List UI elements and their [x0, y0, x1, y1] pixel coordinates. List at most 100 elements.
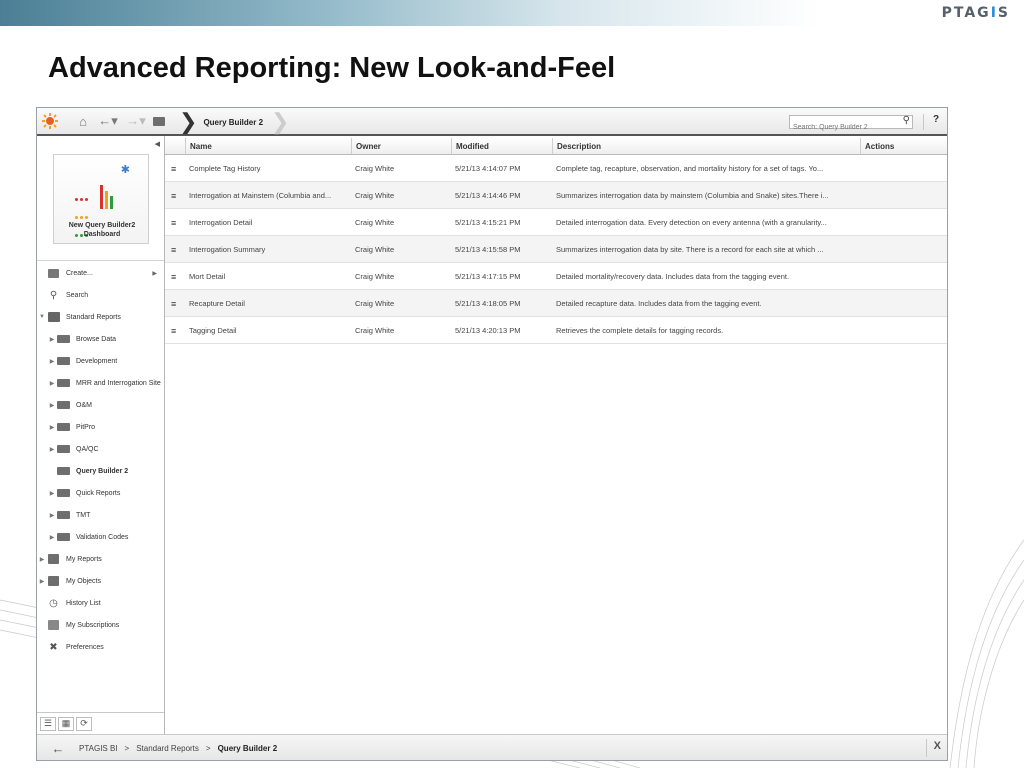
table-row[interactable]: ≡ Mort Detail Craig White 5/21/13 4:17:1… — [165, 263, 947, 290]
table-row[interactable]: ≡ Complete Tag History Craig White 5/21/… — [165, 155, 947, 182]
folder-icon — [57, 488, 70, 498]
row-name[interactable]: Complete Tag History — [185, 155, 351, 181]
list-view-icon[interactable]: ☰ — [40, 716, 56, 731]
expand-arrow-icon[interactable]: ▶ — [37, 578, 47, 585]
sidebar-item-mrr-interrogation[interactable]: ▶ MRR and Interrogation Site — [37, 374, 165, 392]
divider — [37, 260, 164, 261]
table-row[interactable]: ≡ Interrogation at Mainstem (Columbia an… — [165, 182, 947, 209]
sidebar-item-om[interactable]: ▶ O&M — [37, 396, 175, 414]
table-row[interactable]: ≡ Interrogation Detail Craig White 5/21/… — [165, 209, 947, 236]
folder-up-icon[interactable] — [151, 112, 167, 130]
sidebar-item-tmt[interactable]: ▶ TMT — [37, 506, 175, 524]
dashboard-caption: New Query Builder2 Dashboard — [68, 222, 136, 238]
table-row[interactable]: ≡ Recapture Detail Craig White 5/21/13 4… — [165, 290, 947, 317]
breadcrumb-separator: > — [124, 743, 130, 753]
chevron-right-icon: ❯ — [179, 109, 198, 134]
expanded-arrow-icon[interactable]: ▼ — [37, 314, 47, 320]
sidebar: ◀ ✱ New Query Builder2 Dashboard Create.… — [37, 136, 165, 734]
sidebar-item-create[interactable]: Create... ▶ — [37, 264, 165, 282]
sidebar-item-my-subscriptions[interactable]: My Subscriptions — [37, 616, 165, 634]
column-header-description[interactable]: Description — [552, 138, 860, 154]
dashboard-tile[interactable]: ✱ New Query Builder2 Dashboard — [53, 154, 149, 244]
expand-arrow-icon[interactable]: ▶ — [47, 446, 57, 453]
search-icon: ⚲ — [49, 289, 58, 301]
row-modified: 5/21/13 4:20:13 PM — [455, 325, 521, 335]
sidebar-item-development[interactable]: ▶ Development — [37, 352, 175, 370]
column-header-actions[interactable]: Actions — [860, 138, 947, 154]
row-name[interactable]: Interrogation Summary — [185, 236, 351, 262]
back-arrow-icon[interactable]: ← — [43, 741, 73, 756]
ptagis-logo: PTAGIS — [941, 5, 1010, 21]
sidebar-item-my-reports[interactable]: ▶ My Reports — [37, 550, 165, 568]
expand-arrow-icon[interactable]: ▶ — [47, 402, 57, 409]
report-icon: ≡ — [171, 164, 177, 174]
grid-view-icon[interactable]: ▦ — [58, 716, 74, 731]
table-row[interactable]: ≡ Interrogation Summary Craig White 5/21… — [165, 236, 947, 263]
sidebar-item-qaqc[interactable]: ▶ QA/QC — [37, 440, 175, 458]
expand-arrow-icon[interactable]: ▶ — [47, 424, 57, 431]
expand-arrow-icon[interactable]: ▶ — [47, 380, 57, 387]
app-window: ⌂ ←▾ →▾ ❯ Query Builder 2 ❯ ⚲ ? ◀ ✱ — [36, 107, 948, 761]
row-description: Summarizes interrogation data by mainste… — [556, 190, 829, 200]
report-icon: ≡ — [171, 299, 177, 309]
sidebar-item-standard-reports[interactable]: ▼ Standard Reports — [37, 308, 165, 326]
clock-icon: ◷ — [49, 597, 58, 609]
sidebar-item-pitpro[interactable]: ▶ PitPro — [37, 418, 175, 436]
row-name[interactable]: Mort Detail — [185, 263, 351, 289]
tab-label: Query Builder 2 — [203, 117, 264, 127]
sidebar-item-history-list[interactable]: ◷ History List — [37, 594, 165, 612]
row-description: Detailed mortality/recovery data. Includ… — [556, 271, 790, 281]
sidebar-item-query-builder-2[interactable]: Query Builder 2 — [37, 462, 175, 480]
sidebar-item-my-objects[interactable]: ▶ My Objects — [37, 572, 165, 590]
row-modified: 5/21/13 4:15:21 PM — [455, 217, 521, 227]
breadcrumb-separator: > — [205, 743, 211, 753]
row-name[interactable]: Tagging Detail — [185, 317, 351, 343]
report-list: Name Owner Modified Description Actions … — [165, 136, 947, 734]
app-logo-icon[interactable] — [41, 112, 59, 130]
column-header-modified[interactable]: Modified — [451, 138, 552, 154]
expand-arrow-icon[interactable]: ▶ — [47, 534, 57, 541]
folder-icon — [57, 378, 70, 388]
tab-query-builder-2[interactable]: ❯ Query Builder 2 ❯ — [179, 108, 289, 136]
expand-arrow-icon[interactable]: ▶ — [47, 358, 57, 365]
sidebar-item-quick-reports[interactable]: ▶ Quick Reports — [37, 484, 175, 502]
close-button[interactable]: X — [934, 740, 941, 752]
table-row[interactable]: ≡ Tagging Detail Craig White 5/21/13 4:2… — [165, 317, 947, 344]
my-reports-icon — [47, 554, 60, 564]
column-header-owner[interactable]: Owner — [351, 138, 451, 154]
sidebar-item-preferences[interactable]: ✖ Preferences — [37, 638, 165, 656]
row-description: Summarizes interrogation data by site. T… — [556, 244, 824, 254]
expand-arrow-icon[interactable]: ▶ — [37, 556, 47, 563]
folder-icon — [57, 334, 70, 344]
breadcrumb-item-standard-reports[interactable]: Standard Reports — [136, 744, 199, 753]
expand-arrow-icon[interactable]: ▶ — [47, 336, 57, 343]
report-icon: ≡ — [171, 245, 177, 255]
back-arrow-icon[interactable]: ←▾ — [97, 112, 119, 130]
sidebar-item-browse-data[interactable]: ▶ Browse Data — [37, 330, 175, 348]
search-input[interactable] — [790, 121, 896, 134]
row-name[interactable]: Recapture Detail — [185, 290, 351, 316]
reports-icon — [47, 312, 60, 322]
row-description: Detailed interrogation data. Every detec… — [556, 217, 827, 227]
row-modified: 5/21/13 4:14:07 PM — [455, 163, 521, 173]
refresh-icon[interactable]: ⟳ — [76, 716, 92, 731]
breadcrumb-item-ptagis-bi[interactable]: PTAGIS BI — [79, 744, 118, 753]
report-icon: ≡ — [171, 326, 177, 336]
view-switcher: ☰ ▦ ⟳ — [37, 712, 164, 734]
sidebar-item-validation-codes[interactable]: ▶ Validation Codes — [37, 528, 175, 546]
column-header-name[interactable]: Name — [185, 138, 351, 154]
search-icon[interactable]: ⚲ — [903, 115, 910, 126]
forward-arrow-icon[interactable]: →▾ — [125, 112, 147, 130]
home-icon[interactable]: ⌂ — [75, 112, 91, 130]
row-name[interactable]: Interrogation Detail — [185, 209, 351, 235]
search-box[interactable]: ⚲ — [789, 115, 913, 134]
collapse-sidebar-icon[interactable]: ◀ — [155, 140, 160, 148]
report-icon: ≡ — [171, 191, 177, 201]
report-icon: ≡ — [171, 272, 177, 282]
expand-arrow-icon[interactable]: ▶ — [47, 512, 57, 519]
row-description: Complete tag, recapture, observation, an… — [556, 163, 824, 173]
expand-arrow-icon[interactable]: ▶ — [47, 490, 57, 497]
sidebar-item-search[interactable]: ⚲ Search — [37, 286, 165, 304]
help-button[interactable]: ? — [933, 114, 939, 125]
row-name[interactable]: Interrogation at Mainstem (Columbia and.… — [185, 182, 351, 208]
